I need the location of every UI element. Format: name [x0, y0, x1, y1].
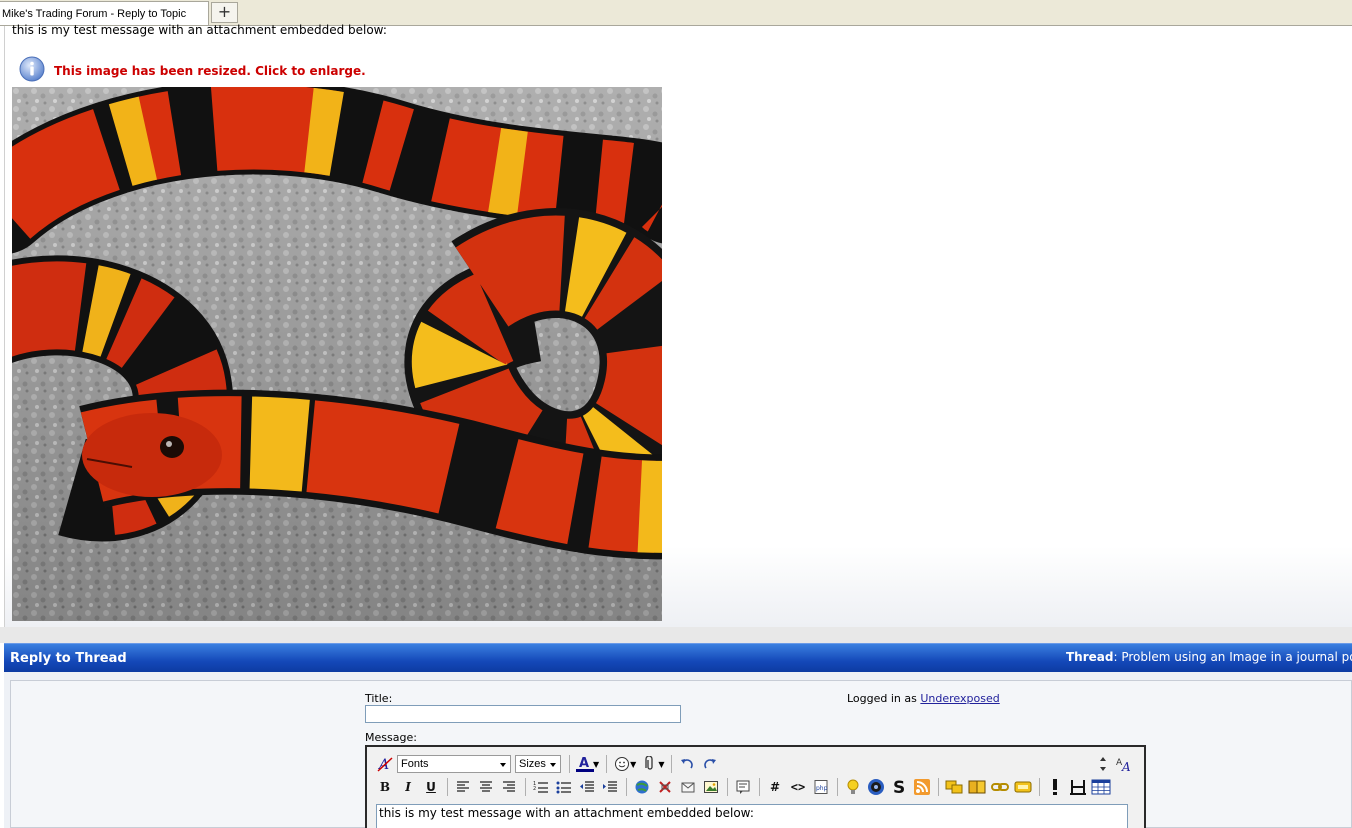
quote-icon[interactable]	[732, 777, 754, 797]
align-right-icon[interactable]	[498, 777, 520, 797]
remove-formatting-icon[interactable]: A	[374, 754, 396, 774]
toolbar-separator	[525, 778, 526, 796]
bulb-icon[interactable]	[842, 777, 864, 797]
reply-title: Reply to Thread	[10, 651, 127, 666]
smilies-dropdown-icon[interactable]: ▼	[630, 760, 636, 769]
wrap-php-icon[interactable]: php	[810, 777, 832, 797]
post-message-text: this is my test message with an attachme…	[12, 23, 387, 37]
message-label: Message:	[365, 731, 417, 744]
editor-toolbar-row-2: B I U 12 # <> php S	[374, 777, 1113, 797]
toolbar-separator	[759, 778, 760, 796]
thread-title: : Problem using an Image in a journal po…	[1113, 650, 1352, 664]
svg-text:2: 2	[533, 786, 536, 792]
resize-notice-link[interactable]: This image has been resized. Click to en…	[54, 64, 366, 78]
attachment-dropdown-icon[interactable]: ▼	[658, 760, 664, 769]
tag-icon[interactable]	[1012, 777, 1034, 797]
thread-label: Thread	[1066, 650, 1114, 664]
toolbar-separator	[1039, 778, 1040, 796]
switch-editor-mode-icon[interactable]: AA	[1114, 754, 1136, 774]
ordered-list-icon[interactable]: 12	[530, 777, 552, 797]
svg-text:S: S	[893, 778, 905, 796]
toolbar-separator	[671, 755, 673, 773]
insert-email-icon[interactable]	[677, 777, 699, 797]
rss-icon[interactable]	[911, 777, 933, 797]
toolbar-separator	[727, 778, 728, 796]
wrap-html-button[interactable]: <>	[787, 777, 809, 797]
svg-text:A: A	[1121, 760, 1131, 772]
outdent-icon[interactable]	[576, 777, 598, 797]
italic-button[interactable]: I	[397, 777, 419, 797]
hr-icon[interactable]	[1067, 777, 1089, 797]
browser-tab[interactable]: Mike's Trading Forum - Reply to Topic	[0, 1, 209, 25]
undo-icon[interactable]	[676, 754, 698, 774]
align-center-icon[interactable]	[475, 777, 497, 797]
logged-in-prefix: Logged in as	[847, 692, 921, 705]
insert-table-icon[interactable]	[1090, 777, 1112, 797]
title-label: Title:	[365, 692, 393, 705]
post-preview: this is my test message with an attachme…	[4, 23, 1352, 627]
insert-link-icon[interactable]	[631, 777, 653, 797]
remove-link-icon[interactable]	[654, 777, 676, 797]
size-select[interactable]: Sizes	[515, 755, 561, 773]
redo-icon[interactable]	[699, 754, 721, 774]
insert-image-icon[interactable]	[700, 777, 722, 797]
thread-info: Thread: Problem using an Image in a jour…	[1066, 650, 1352, 664]
wrap-code-hash-button[interactable]: #	[764, 777, 786, 797]
text-color-dropdown-icon[interactable]: ▼	[593, 760, 599, 769]
unordered-list-icon[interactable]	[553, 777, 575, 797]
font-select[interactable]: Fonts	[397, 755, 511, 773]
toolbar-separator	[626, 778, 627, 796]
new-tab-button[interactable]: +	[211, 2, 238, 23]
info-icon	[19, 56, 45, 82]
toolbar-separator	[837, 778, 838, 796]
svg-text:A: A	[579, 756, 589, 771]
username-link[interactable]: Underexposed	[920, 692, 999, 705]
toolbar-separator	[606, 755, 608, 773]
resize-editor-icon[interactable]	[1092, 754, 1114, 774]
toolbar-separator	[938, 778, 939, 796]
strikethrough-icon[interactable]: S	[888, 777, 910, 797]
title-input[interactable]	[365, 705, 681, 723]
editor-toolbar-row-1: A Fonts Sizes A ▼ ▼ ▼	[374, 754, 722, 774]
align-left-icon[interactable]	[452, 777, 474, 797]
attachment-image[interactable]	[12, 87, 662, 621]
indent-icon[interactable]	[599, 777, 621, 797]
book-icon[interactable]	[966, 777, 988, 797]
media-icon[interactable]	[865, 777, 887, 797]
bold-button[interactable]: B	[374, 777, 396, 797]
reply-header: Reply to Thread Thread: Problem using an…	[4, 643, 1352, 673]
message-textarea[interactable]: this is my test message with an attachme…	[376, 804, 1128, 828]
php-label: php	[816, 785, 828, 792]
toolbar-separator	[447, 778, 448, 796]
thread-link-icon[interactable]	[943, 777, 965, 797]
chain-link-icon[interactable]	[989, 777, 1011, 797]
alert-icon[interactable]	[1044, 777, 1066, 797]
toolbar-separator	[569, 755, 570, 773]
underline-button[interactable]: U	[420, 777, 442, 797]
section-separator	[0, 627, 1352, 643]
logged-in-info: Logged in as Underexposed	[847, 692, 1000, 705]
